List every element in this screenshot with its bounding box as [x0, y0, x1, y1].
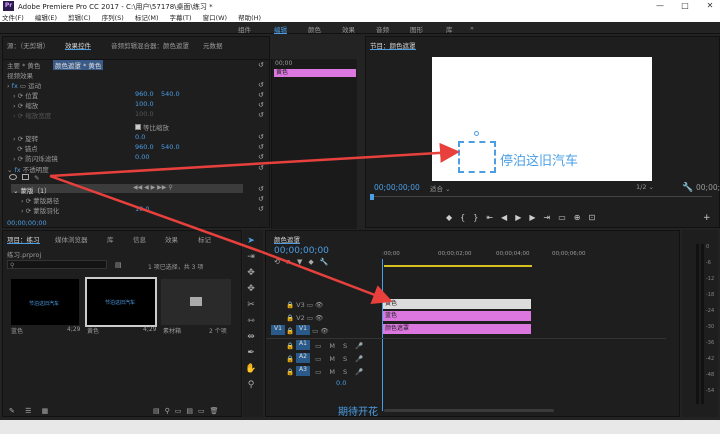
annotation-arrow [261, 250, 393, 305]
annotation-arrow [49, 174, 263, 254]
annotation-layer [49, 142, 460, 305]
annotation-arrow [49, 142, 460, 178]
